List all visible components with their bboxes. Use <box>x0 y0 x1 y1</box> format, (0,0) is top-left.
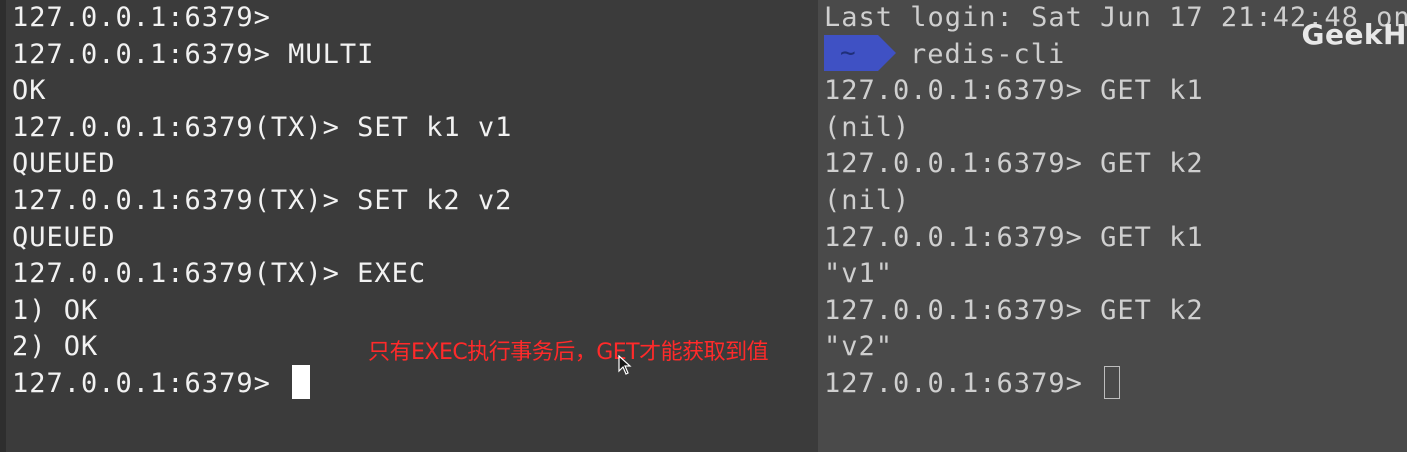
terminal-input-line[interactable]: 127.0.0.1:6379> <box>12 365 512 403</box>
terminal-line: 127.0.0.1:6379> GET k2 <box>824 148 1204 180</box>
video-annotation: 只有EXEC执行事务后，GET才能获取到值 <box>368 340 769 365</box>
terminal-prompt: 127.0.0.1:6379> <box>12 367 289 399</box>
terminal-line: 127.0.0.1:6379(TX)> SET k2 v2 <box>12 184 513 216</box>
terminal-line: 127.0.0.1:6379(TX)> EXEC <box>12 258 427 290</box>
terminal-line: "v2" <box>824 331 894 363</box>
shell-command: redis-cli <box>910 38 1066 70</box>
prompt-arrow-icon <box>824 35 896 72</box>
terminal-line: 127.0.0.1:6379> <box>12 2 271 33</box>
terminal-line: 127.0.0.1:6379> GET k1 <box>824 221 1204 253</box>
terminal-line: QUEUED <box>12 221 116 253</box>
terminal-line: 127.0.0.1:6379> GET k1 <box>824 75 1204 107</box>
terminal-line: (nil) <box>824 111 911 143</box>
terminal-line: 127.0.0.1:6379> MULTI <box>12 38 375 70</box>
terminal-line: "v1" <box>824 258 894 290</box>
left-edge-border <box>0 0 6 452</box>
terminal-cursor <box>292 365 311 400</box>
right-terminal-output: Last login: Sat Jun 17 21:42:48 on ~ redi… <box>824 0 1407 403</box>
home-directory-symbol: ~ <box>840 38 857 69</box>
shell-prompt-badge: ~ <box>824 35 896 72</box>
terminal-line: (nil) <box>824 184 911 216</box>
terminal-cursor <box>1104 365 1121 399</box>
left-terminal-pane[interactable]: 127.0.0.1:6379> 127.0.0.1:6379> MULTI OK… <box>0 0 818 452</box>
terminal-line: 1) OK <box>12 294 99 326</box>
right-terminal-pane[interactable]: Last login: Sat Jun 17 21:42:48 on ~ redi… <box>818 0 1407 452</box>
terminal-line: OK <box>12 75 47 107</box>
terminal-input-line[interactable]: 127.0.0.1:6379> <box>824 365 1407 403</box>
terminal-prompt: 127.0.0.1:6379> <box>824 367 1101 399</box>
mouse-pointer-icon <box>618 355 632 375</box>
terminal-line: 127.0.0.1:6379> GET k2 <box>824 294 1204 326</box>
terminal-line: 127.0.0.1:6379(TX)> SET k1 v1 <box>12 111 513 143</box>
terminal-line: QUEUED <box>12 148 116 180</box>
watermark-logo: GeekH <box>1301 18 1407 51</box>
